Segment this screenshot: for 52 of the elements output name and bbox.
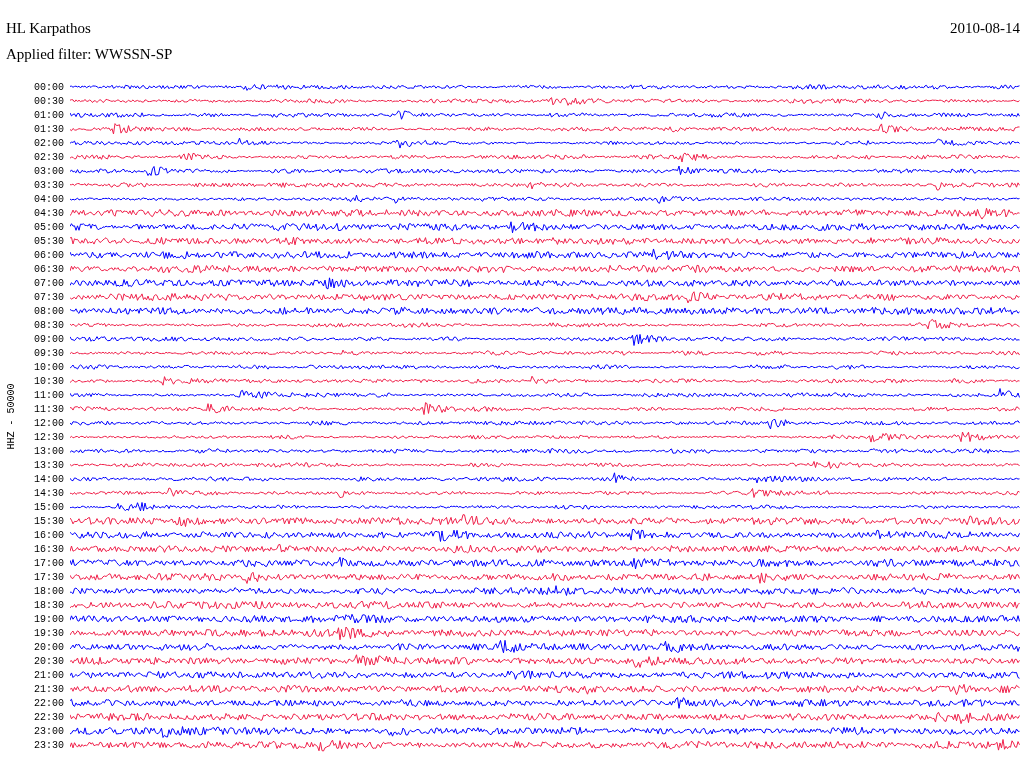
time-label: 20:30	[33, 655, 65, 667]
time-label: 23:30	[33, 739, 65, 751]
date-label: 2010-08-14	[950, 20, 1020, 38]
time-label: 06:00	[33, 249, 65, 261]
time-label: 15:00	[33, 501, 65, 513]
time-label: 22:00	[33, 697, 65, 709]
time-label: 18:00	[33, 585, 65, 597]
time-label: 07:30	[33, 291, 65, 303]
time-label: 13:00	[33, 445, 65, 457]
time-label: 07:00	[33, 277, 65, 289]
time-label: 11:30	[33, 403, 65, 415]
time-label: 19:00	[33, 613, 65, 625]
time-label: 11:00	[33, 389, 65, 401]
filter-label: Applied filter: WWSSN-SP	[6, 46, 173, 62]
time-label: 17:30	[33, 571, 65, 583]
time-label: 10:30	[33, 375, 65, 387]
time-label: 17:00	[33, 557, 65, 569]
axis-label: HHZ - 50000	[5, 383, 17, 449]
time-label: 18:30	[33, 599, 65, 611]
time-label: 10:00	[33, 361, 65, 373]
time-label: 20:00	[33, 641, 65, 653]
time-label: 06:30	[33, 263, 65, 275]
station-title: HL Karpathos	[6, 20, 91, 38]
time-label: 00:30	[33, 95, 65, 107]
time-label: 16:00	[33, 529, 65, 541]
time-label: 09:30	[33, 347, 65, 359]
time-label: 05:30	[33, 235, 65, 247]
time-label: 08:00	[33, 305, 65, 317]
time-label: 03:30	[33, 179, 65, 191]
time-label: 02:00	[33, 137, 65, 149]
time-label: 05:00	[33, 221, 65, 233]
time-label: 12:00	[33, 417, 65, 429]
time-label: 21:00	[33, 669, 65, 681]
time-label: 08:30	[33, 319, 65, 331]
time-label: 00:00	[33, 81, 65, 93]
time-label: 04:30	[33, 207, 65, 219]
time-label: 13:30	[33, 459, 65, 471]
time-label: 15:30	[33, 515, 65, 527]
time-label: 03:00	[33, 165, 65, 177]
time-label: 14:00	[33, 473, 65, 485]
time-label: 19:30	[33, 627, 65, 639]
time-label: 01:00	[33, 109, 65, 121]
time-label: 09:00	[33, 333, 65, 345]
time-label: 02:30	[33, 151, 65, 163]
time-label: 23:00	[33, 725, 65, 737]
time-label: 22:30	[33, 711, 65, 723]
time-label: 01:30	[33, 123, 65, 135]
time-label: 16:30	[33, 543, 65, 555]
time-label: 21:30	[33, 683, 65, 695]
time-label: 04:00	[33, 193, 65, 205]
time-label: 12:30	[33, 431, 65, 443]
time-label: 14:30	[33, 487, 65, 499]
